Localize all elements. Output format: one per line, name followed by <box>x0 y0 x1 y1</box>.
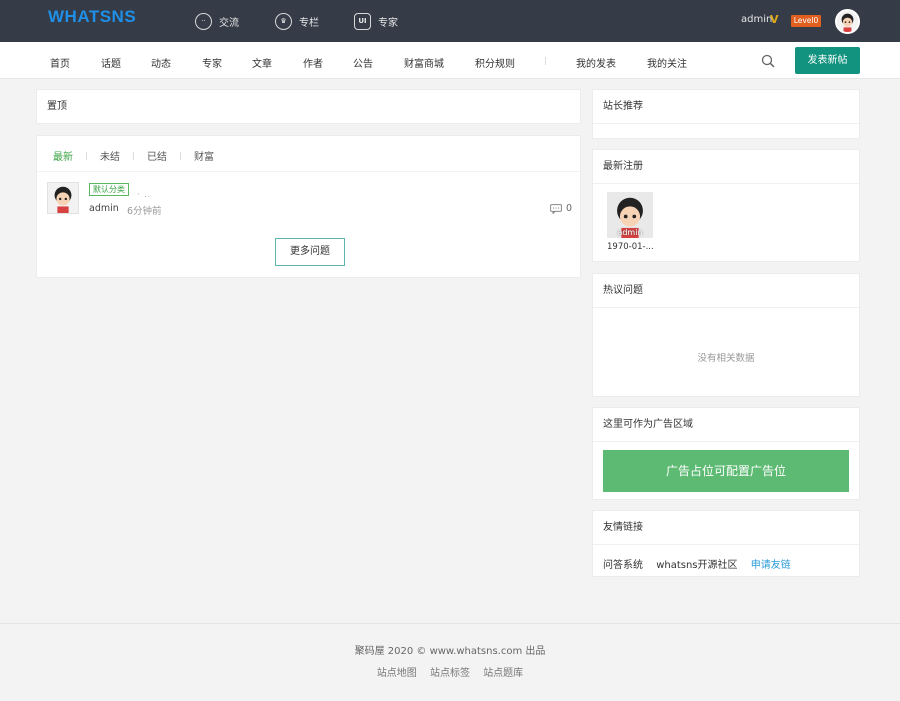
footer: 聚码屋 2020 © www.whatsns.com 出品 站点地图 站点标签 … <box>0 623 900 701</box>
pinned-card: 置顶 <box>36 89 581 124</box>
category-tag[interactable]: 默认分类 <box>89 183 129 196</box>
question-author[interactable]: admin <box>89 203 119 214</box>
comment-count: 0 <box>566 203 573 214</box>
question-list-card: 最新 未结 已结 财富 默认分类 · .. admin 6分钟前 0 更多问题 <box>36 135 581 278</box>
ad-banner[interactable]: 广告占位可配置广告位 <box>603 450 849 492</box>
footer-copyright: 聚码屋 2020 © www.whatsns.com 出品 <box>354 646 546 657</box>
topnav-item-column[interactable]: ♛ 专栏 <box>275 12 319 30</box>
new-user-date: 1970-01-... <box>607 242 654 252</box>
topnav-label: 专家 <box>378 17 398 29</box>
friend-links-card: 友情链接 问答系统 whatsns开源社区 申请友链 <box>592 510 860 577</box>
crown-icon: ♛ <box>275 12 292 30</box>
new-user-avatar[interactable]: admin <box>607 192 653 238</box>
friend-link[interactable]: whatsns开源社区 <box>656 560 737 571</box>
nav-item-my-follows[interactable]: 我的关注 <box>647 55 687 70</box>
question-tabs: 最新 未结 已结 财富 <box>53 148 214 163</box>
nav-divider <box>545 57 546 65</box>
main-nav: 首页 话题 动态 专家 文章 作者 公告 财富商城 积分规则 我的发表 我的关注… <box>0 42 900 79</box>
question-author-avatar[interactable] <box>47 182 79 214</box>
search-icon[interactable] <box>761 54 775 68</box>
friend-links-title: 友情链接 <box>593 511 859 545</box>
nav-item-home[interactable]: 首页 <box>50 55 70 70</box>
new-users-card: 最新注册 admin 1970-01-... <box>592 149 860 262</box>
ui-icon: UI <box>354 12 371 30</box>
topnav-label: 专栏 <box>299 17 319 29</box>
question-title[interactable]: · .. <box>137 190 151 199</box>
hot-questions-card: 热议问题 没有相关数据 <box>592 273 860 397</box>
friend-links-list: 问答系统 whatsns开源社区 申请友链 <box>603 556 801 571</box>
more-questions-button[interactable]: 更多问题 <box>275 238 345 266</box>
tab-divider <box>133 151 134 160</box>
ad-title: 这里可作为广告区域 <box>593 408 859 442</box>
post-new-button[interactable]: 发表新帖 <box>795 47 860 74</box>
tab-solved[interactable]: 已结 <box>147 148 167 163</box>
user-avatar[interactable] <box>835 9 860 34</box>
tab-divider <box>86 151 87 160</box>
nav-item-topics[interactable]: 话题 <box>101 55 121 70</box>
friend-link[interactable]: 问答系统 <box>603 560 643 571</box>
tab-unsolved[interactable]: 未结 <box>100 148 120 163</box>
nav-item-experts[interactable]: 专家 <box>202 55 222 70</box>
top-bar: WHATSNS ·· 交流 ♛ 专栏 UI 专家 admin V Level0 <box>0 0 900 42</box>
footer-link-tags[interactable]: 站点标签 <box>430 668 470 679</box>
empty-message: 没有相关数据 <box>697 353 755 364</box>
topnav-item-chat[interactable]: ·· 交流 <box>195 12 239 30</box>
nav-item-points-rules[interactable]: 积分规则 <box>475 55 515 70</box>
tab-wealth[interactable]: 财富 <box>194 148 214 163</box>
level-badge: Level0 <box>791 15 821 27</box>
ad-card: 这里可作为广告区域 广告占位可配置广告位 <box>592 407 860 500</box>
nav-item-authors[interactable]: 作者 <box>303 55 323 70</box>
nav-item-notices[interactable]: 公告 <box>353 55 373 70</box>
footer-link-questions[interactable]: 站点题库 <box>483 668 523 679</box>
pinned-title: 置顶 <box>47 101 67 112</box>
tab-latest[interactable]: 最新 <box>53 148 73 163</box>
new-user-name: admin <box>617 228 643 237</box>
site-logo[interactable]: WHATSNS <box>48 7 136 27</box>
nav-item-activity[interactable]: 动态 <box>151 55 171 70</box>
verified-icon: V <box>770 13 779 26</box>
new-users-title: 最新注册 <box>593 150 859 184</box>
question-time: 6分钟前 <box>127 206 162 217</box>
topnav-item-expert[interactable]: UI 专家 <box>354 12 398 30</box>
divider <box>37 171 580 172</box>
nav-item-shop[interactable]: 财富商城 <box>404 55 444 70</box>
nav-item-articles[interactable]: 文章 <box>252 55 272 70</box>
topnav-label: 交流 <box>219 17 239 29</box>
recommend-card: 站长推荐 <box>592 89 860 139</box>
chat-icon: ·· <box>195 12 212 30</box>
hot-questions-title: 热议问题 <box>593 274 859 308</box>
recommend-title: 站长推荐 <box>593 90 859 124</box>
footer-links: 站点地图 站点标签 站点题库 <box>0 664 900 679</box>
apply-link[interactable]: 申请友链 <box>751 560 791 571</box>
tab-divider <box>180 151 181 160</box>
comment-icon <box>550 204 562 214</box>
nav-item-my-posts[interactable]: 我的发表 <box>576 55 616 70</box>
footer-link-sitemap[interactable]: 站点地图 <box>377 668 417 679</box>
top-username[interactable]: admin <box>741 14 772 25</box>
